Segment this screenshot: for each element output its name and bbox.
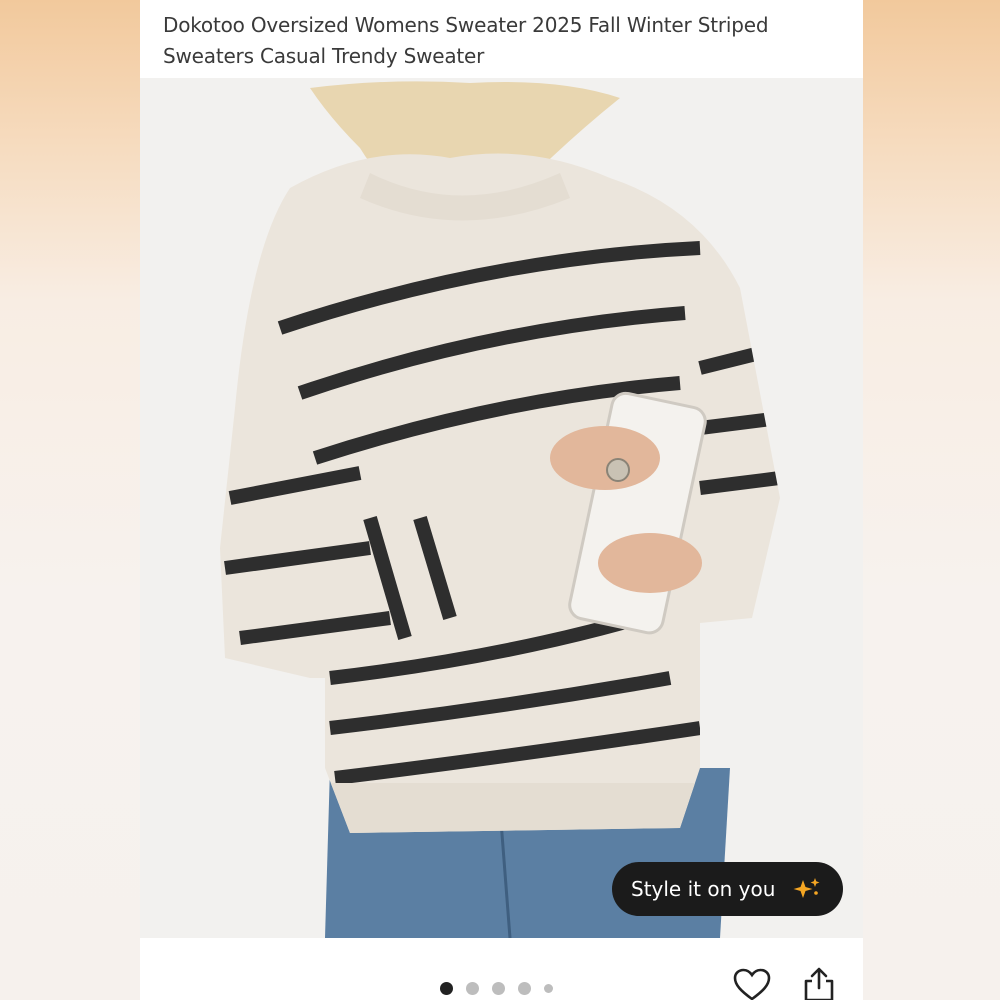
background-left: [0, 0, 140, 1000]
carousel-indicator: [440, 982, 553, 995]
carousel-dot-4[interactable]: [518, 982, 531, 995]
heart-icon[interactable]: [733, 968, 771, 1000]
style-it-on-you-button[interactable]: Style it on you: [612, 862, 843, 916]
sparkle-icon: [793, 878, 820, 898]
product-card: Dokotoo Oversized Womens Sweater 2025 Fa…: [140, 0, 863, 1000]
bottom-action-bar: [140, 938, 863, 1000]
hand-lower: [598, 533, 702, 593]
style-it-on-you-label: Style it on you: [631, 877, 776, 901]
carousel-dot-3[interactable]: [492, 982, 505, 995]
ring: [606, 458, 630, 482]
product-title: Dokotoo Oversized Womens Sweater 2025 Fa…: [163, 13, 769, 68]
sweater-illustration: [220, 81, 780, 938]
carousel-dot-1[interactable]: [440, 982, 453, 995]
hand-upper: [550, 426, 660, 490]
product-image[interactable]: [140, 78, 863, 938]
background-right: [860, 0, 1000, 1000]
carousel-dot-2[interactable]: [466, 982, 479, 995]
carousel-dot-5[interactable]: [544, 984, 553, 993]
share-icon[interactable]: [802, 966, 836, 1000]
